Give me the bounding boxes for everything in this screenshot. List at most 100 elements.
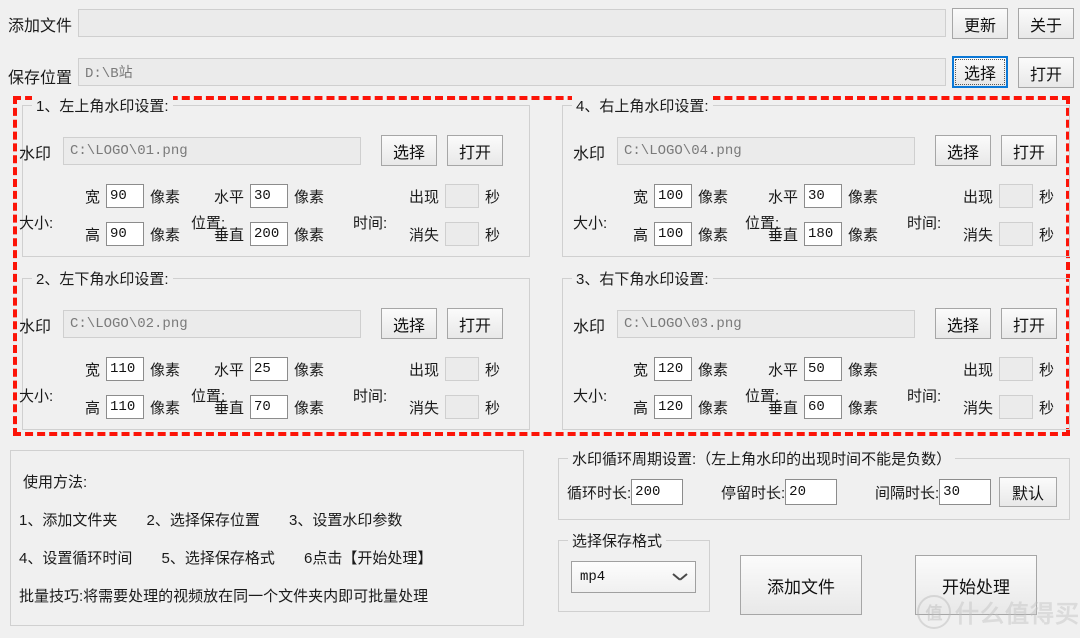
panel-top-right-size-label: 大小:	[573, 215, 608, 232]
cycle-interval-label: 间隔时长:	[875, 484, 940, 502]
panel-top-left-vertical-unit: 像素	[294, 226, 325, 244]
panel-top-right-watermark-label: 水印	[573, 146, 606, 163]
panel-top-right-height-label: 高	[633, 226, 649, 244]
panel-top-right-vertical-input[interactable]: 180	[804, 222, 843, 246]
panel-bottom-right-width-input[interactable]: 120	[654, 357, 693, 381]
panel-top-right-appear-unit: 秒	[1039, 188, 1055, 206]
panel-top-right-vertical-label: 垂直	[768, 226, 799, 244]
panel-bottom-left-disappear-unit: 秒	[485, 399, 501, 417]
panel-bottom-left-horizontal-unit: 像素	[294, 361, 325, 379]
panel-bottom-right-horizontal-unit: 像素	[848, 361, 879, 379]
panel-top-left-vertical-label: 垂直	[214, 226, 245, 244]
panel-top-right-horizontal-label: 水平	[768, 188, 799, 206]
panel-top-left-width-unit: 像素	[150, 188, 181, 206]
cycle-default-button[interactable]: 默认	[999, 477, 1057, 507]
panel-bottom-left-path-input[interactable]: C:\LOGO\02.png	[63, 310, 361, 338]
panel-bottom-left-time-label: 时间:	[353, 388, 388, 405]
panel-bottom-left-vertical-unit: 像素	[294, 399, 325, 417]
about-button[interactable]: 关于	[1018, 8, 1074, 39]
panel-bottom-left-title: 2、左下角水印设置:	[32, 268, 173, 289]
panel-bottom-right-disappear-unit: 秒	[1039, 399, 1055, 417]
start-process-button[interactable]: 开始处理	[915, 555, 1037, 615]
add-file-button[interactable]: 添加文件	[740, 555, 862, 615]
panel-bottom-right-horizontal-input[interactable]: 50	[804, 357, 843, 381]
panel-top-left-choose-button[interactable]: 选择	[381, 135, 437, 166]
panel-bottom-left-appear-label: 出现	[409, 361, 440, 379]
panel-bottom-left-horizontal-input[interactable]: 25	[250, 357, 289, 381]
panel-top-left-appear-unit: 秒	[485, 188, 501, 206]
save-path-choose-button[interactable]: 选择	[952, 56, 1008, 88]
panel-top-right-horizontal-unit: 像素	[848, 188, 879, 206]
panel-top-left-height-input[interactable]: 90	[106, 222, 145, 246]
panel-top-right-horizontal-input[interactable]: 30	[804, 184, 843, 208]
panel-top-right-height-input[interactable]: 100	[654, 222, 693, 246]
panel-bottom-right-choose-button[interactable]: 选择	[935, 308, 991, 339]
panel-top-left-appear-label: 出现	[409, 188, 440, 206]
cycle-duration-label: 循环时长:	[567, 484, 632, 502]
panel-top-right-title: 4、右上角水印设置:	[572, 95, 713, 116]
panel-bottom-left-vertical-input[interactable]: 70	[250, 395, 289, 419]
panel-bottom-left-watermark-label: 水印	[19, 319, 52, 336]
panel-top-left-disappear-label: 消失	[409, 226, 440, 244]
panel-bottom-left-height-input[interactable]: 110	[106, 395, 145, 419]
panel-top-left-open-button[interactable]: 打开	[447, 135, 503, 166]
panel-bottom-left-width-input[interactable]: 110	[106, 357, 145, 381]
panel-bottom-left-disappear-input[interactable]	[445, 395, 480, 419]
save-path-input[interactable]: D:\B站	[78, 58, 946, 86]
panel-bottom-right-title: 3、右下角水印设置:	[572, 268, 713, 289]
panel-bottom-left-open-button[interactable]: 打开	[447, 308, 503, 339]
panel-top-left-horizontal-input[interactable]: 30	[250, 184, 289, 208]
update-button[interactable]: 更新	[952, 8, 1008, 39]
panel-top-left-appear-input[interactable]	[445, 184, 480, 208]
panel-top-left-width-input[interactable]: 90	[106, 184, 145, 208]
panel-bottom-left-horizontal-label: 水平	[214, 361, 245, 379]
panel-bottom-right-size-label: 大小:	[573, 388, 608, 405]
panel-top-right-disappear-input[interactable]	[999, 222, 1034, 246]
panel-top-right-disappear-label: 消失	[963, 226, 994, 244]
panel-top-left-height-label: 高	[85, 226, 101, 244]
panel-bottom-right-height-input[interactable]: 120	[654, 395, 693, 419]
help-box: 使用方法: 1、添加文件夹 2、选择保存位置 3、设置水印参数 4、设置循环时间…	[10, 450, 524, 626]
add-file-input[interactable]	[78, 9, 946, 37]
help-line-title: 使用方法:	[23, 474, 88, 491]
panel-bottom-left-height-label: 高	[85, 399, 101, 417]
help-line-2: 4、设置循环时间 5、选择保存格式 6点击【开始处理】	[19, 550, 433, 567]
panel-top-right-width-label: 宽	[633, 188, 649, 206]
panel-bottom-right-path-input[interactable]: C:\LOGO\03.png	[617, 310, 915, 338]
panel-bottom-left-disappear-label: 消失	[409, 399, 440, 417]
panel-top-right-disappear-unit: 秒	[1039, 226, 1055, 244]
panel-bottom-right-open-button[interactable]: 打开	[1001, 308, 1057, 339]
panel-bottom-right-height-label: 高	[633, 399, 649, 417]
panel-bottom-right-disappear-input[interactable]	[999, 395, 1034, 419]
panel-bottom-left-appear-input[interactable]	[445, 357, 480, 381]
add-file-label: 添加文件	[8, 18, 73, 35]
save-path-choose-label: 选择	[955, 59, 1005, 85]
panel-bottom-left-choose-button[interactable]: 选择	[381, 308, 437, 339]
format-select[interactable]: mp4	[571, 561, 696, 593]
panel-top-right-path-input[interactable]: C:\LOGO\04.png	[617, 137, 915, 165]
panel-bottom-right-vertical-input[interactable]: 60	[804, 395, 843, 419]
panel-top-right-width-input[interactable]: 100	[654, 184, 693, 208]
cycle-settings-group: 水印循环周期设置:（左上角水印的出现时间不能是负数） 循环时长: 200 停留时…	[558, 448, 1070, 520]
panel-top-left-vertical-input[interactable]: 200	[250, 222, 289, 246]
panel-bottom-right-appear-label: 出现	[963, 361, 994, 379]
panel-top-left-disappear-input[interactable]	[445, 222, 480, 246]
panel-top-left-height-unit: 像素	[150, 226, 181, 244]
panel-bottom-right-vertical-unit: 像素	[848, 399, 879, 417]
panel-top-right-choose-button[interactable]: 选择	[935, 135, 991, 166]
panel-top-right-appear-input[interactable]	[999, 184, 1034, 208]
save-path-open-button[interactable]: 打开	[1018, 57, 1074, 88]
panel-bottom-right-width-label: 宽	[633, 361, 649, 379]
panel-top-left-horizontal-label: 水平	[214, 188, 245, 206]
panel-bottom-left-height-unit: 像素	[150, 399, 181, 417]
panel-top-left-path-input[interactable]: C:\LOGO\01.png	[63, 137, 361, 165]
panel-bottom-right-appear-unit: 秒	[1039, 361, 1055, 379]
panel-bottom-right-appear-input[interactable]	[999, 357, 1034, 381]
panel-top-left-time-label: 时间:	[353, 215, 388, 232]
cycle-stay-input[interactable]: 20	[785, 479, 838, 505]
cycle-settings-title: 水印循环周期设置:（左上角水印的出现时间不能是负数）	[568, 448, 956, 469]
panel-top-right-open-button[interactable]: 打开	[1001, 135, 1057, 166]
cycle-interval-input[interactable]: 30	[939, 479, 992, 505]
cycle-duration-input[interactable]: 200	[631, 479, 684, 505]
panel-top-left: 1、左上角水印设置: 水印 C:\LOGO\01.png 选择 打开 大小: 位…	[19, 95, 530, 257]
